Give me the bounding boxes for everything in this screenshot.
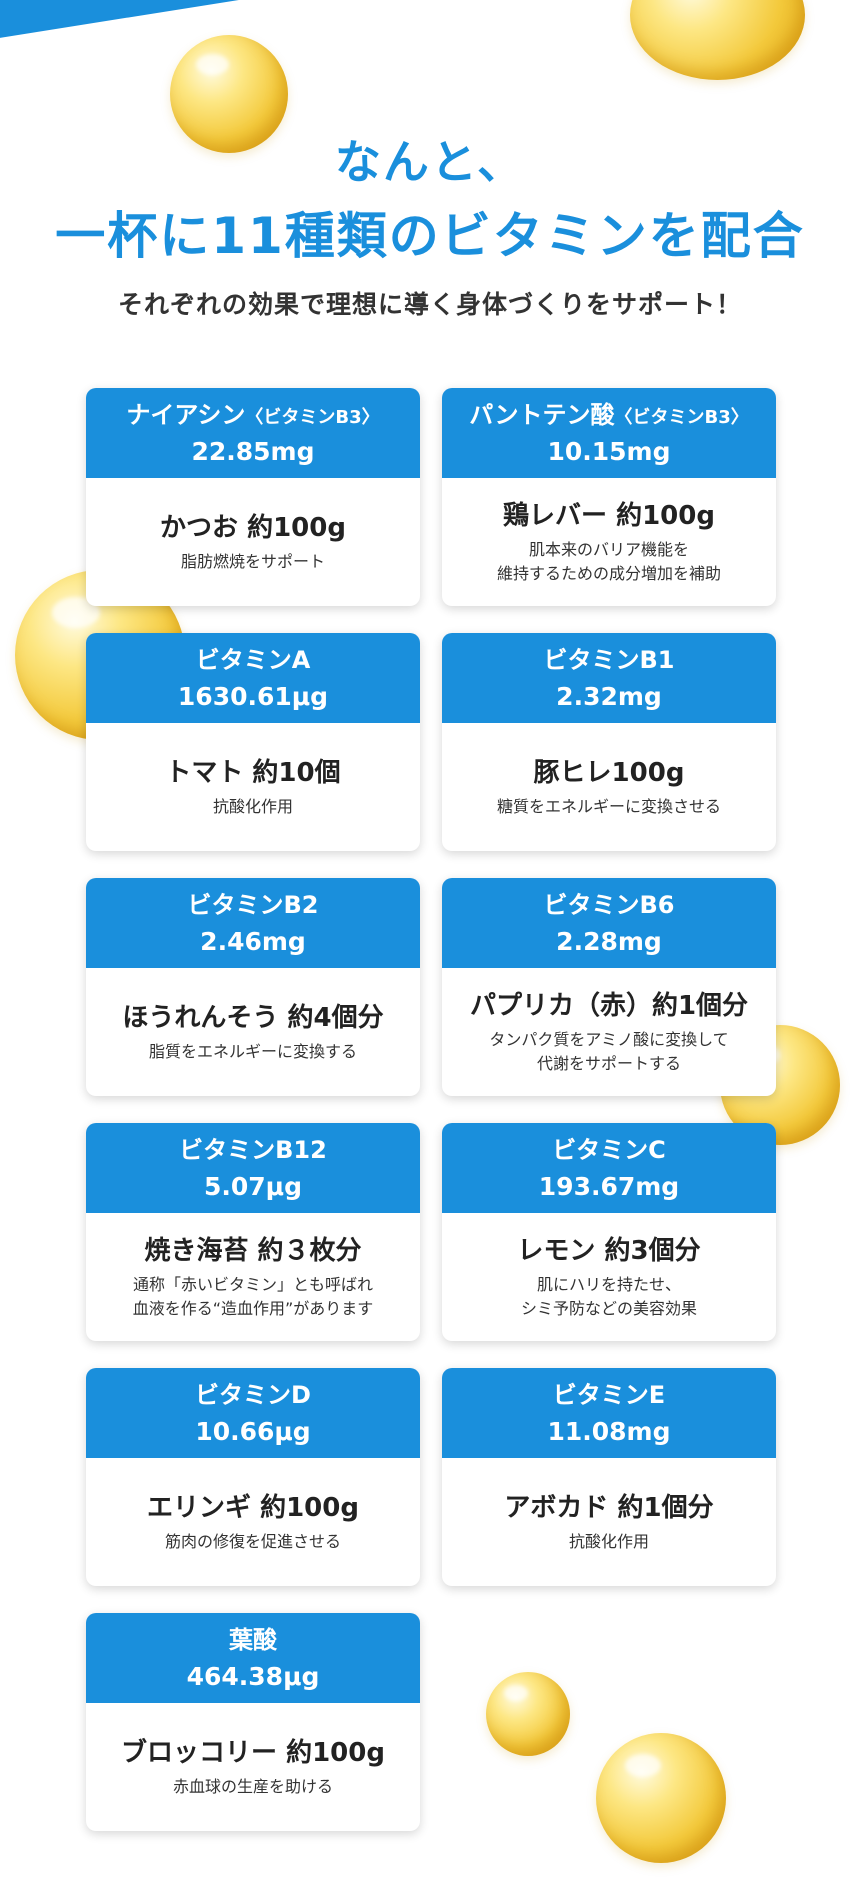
vitamin-name: ビタミンD bbox=[195, 1380, 311, 1409]
vitamin-bubble-decoration bbox=[486, 1672, 570, 1756]
vitamin-effect: 通称「赤いビタミン」とも呼ばれ 血液を作る“造血作用”があります bbox=[132, 1275, 374, 1318]
vitamin-name: ビタミンB1 bbox=[543, 645, 675, 674]
vitamin-effect: 糖質をエネルギーに変換させる bbox=[496, 797, 721, 816]
vitamin-effect: 筋肉の修復を促進させる bbox=[164, 1532, 341, 1551]
vitamin-card-header: ビタミンE 11.08mg bbox=[442, 1368, 776, 1458]
vitamin-card-header: ビタミンB6 2.28mg bbox=[442, 878, 776, 968]
food-equivalent: トマト 約10個 bbox=[165, 758, 341, 788]
vitamin-effect: 肌にハリを持たせ、 シミ予防などの美容効果 bbox=[520, 1275, 697, 1318]
vitamin-card-body: レモン 約3個分肌にハリを持たせ、 シミ予防などの美容効果 bbox=[442, 1213, 776, 1341]
food-equivalent: かつお 約100g bbox=[160, 513, 346, 543]
vitamin-effect: 肌本来のバリア機能を 維持するための成分増加を補助 bbox=[496, 540, 721, 583]
vitamin-amount: 22.85mg bbox=[191, 436, 315, 466]
food-equivalent: 焼き海苔 約３枚分 bbox=[144, 1236, 362, 1266]
food-equivalent: アボカド 約1個分 bbox=[504, 1493, 714, 1523]
vitamin-name-line: ナイアシン〈ビタミンB3〉 bbox=[126, 398, 379, 435]
vitamin-card-header: ビタミンB1 2.32mg bbox=[442, 633, 776, 723]
vitamin-amount: 11.08mg bbox=[547, 1416, 671, 1446]
vitamin-name-line: ビタミンD bbox=[195, 1378, 311, 1415]
vitamin-card-header: 葉酸 464.38μg bbox=[86, 1613, 420, 1703]
vitamin-card: パントテン酸〈ビタミンB3〉 10.15mg 鶏レバー 約100g 肌本来のバリア機能… bbox=[442, 388, 776, 606]
vitamin-bubble-decoration bbox=[596, 1733, 726, 1863]
vitamin-amount: 2.32mg bbox=[556, 681, 662, 711]
vitamin-name-line: ビタミンB12 bbox=[179, 1133, 327, 1170]
vitamin-name: ビタミンB2 bbox=[187, 890, 319, 919]
vitamin-name: ビタミンB12 bbox=[179, 1135, 327, 1164]
food-equivalent: エリンギ 約100g bbox=[147, 1493, 359, 1523]
headline-line-1: なんと、 bbox=[334, 135, 526, 189]
vitamin-effect: 赤血球の生産を助ける bbox=[172, 1777, 333, 1796]
vitamin-card: 葉酸 464.38μg ブロッコリー 約100g 赤血球の生産を助ける bbox=[86, 1613, 420, 1831]
vitamin-card-body: 鶏レバー 約100g 肌本来のバリア機能を 維持するための成分増加を補助 bbox=[442, 478, 776, 606]
vitamin-name: ビタミンE bbox=[552, 1380, 666, 1409]
vitamin-effect: 脂質をエネルギーに変換する bbox=[148, 1042, 357, 1061]
vitamin-effect: タンパク質をアミノ酸に変換して 代謝をサポートする bbox=[489, 1030, 729, 1073]
food-equivalent: ブロッコリー 約100g bbox=[121, 1738, 385, 1768]
vitamin-card: ナイアシン〈ビタミンB3〉 22.85mg かつお 約100g 脂肪燃焼をサポート bbox=[86, 388, 420, 606]
vitamin-name-line: ビタミンE bbox=[553, 1378, 665, 1415]
vitamin-card-body: かつお 約100g 脂肪燃焼をサポート bbox=[86, 478, 420, 606]
vitamin-card-body: 焼き海苔 約３枚分通称「赤いビタミン」とも呼ばれ 血液を作る“造血作用”がありま… bbox=[86, 1213, 420, 1341]
vitamin-name-note: 〈ビタミンB3〉 bbox=[614, 406, 749, 428]
vitamin-card-header: パントテン酸〈ビタミンB3〉 10.15mg bbox=[442, 388, 776, 478]
vitamin-name-line: ビタミンB1 bbox=[544, 643, 675, 680]
vitamin-card: ビタミンB6 2.28mg パプリカ（赤）約1個分タンパク質をアミノ酸に変換して 代… bbox=[442, 878, 776, 1096]
vitamin-name-line: ビタミンC bbox=[552, 1133, 666, 1170]
vitamin-card: ビタミンB12 5.07μg 焼き海苔 約３枚分通称「赤いビタミン」とも呼ばれ 血液… bbox=[86, 1123, 420, 1341]
vitamin-card: ビタミンC 193.67mg レモン 約3個分肌にハリを持たせ、 シミ予防などの美容… bbox=[442, 1123, 776, 1341]
vitamin-name: パントテン酸 bbox=[469, 400, 615, 429]
vitamin-card-header: ビタミンA 1630.61μg bbox=[86, 633, 420, 723]
food-equivalent: パプリカ（赤）約1個分 bbox=[469, 991, 749, 1021]
vitamin-card: ビタミンB1 2.32mg 豚ヒレ100g 糖質をエネルギーに変換させる bbox=[442, 633, 776, 851]
vitamin-card: ビタミンE 11.08mg アボカド 約1個分抗酸化作用 bbox=[442, 1368, 776, 1586]
vitamin-card-body: ブロッコリー 約100g 赤血球の生産を助ける bbox=[86, 1703, 420, 1831]
headline-line-2: 一杯に11種類のビタミンを配合 bbox=[55, 207, 805, 265]
vitamin-card: ビタミンA 1630.61μg トマト 約10個抗酸化作用 bbox=[86, 633, 420, 851]
vitamin-name-note: 〈ビタミンB3〉 bbox=[245, 406, 380, 428]
corner-accent-shape bbox=[0, 0, 319, 40]
vitamin-amount: 1630.61μg bbox=[177, 681, 329, 711]
vitamin-name-line: パントテン酸〈ビタミンB3〉 bbox=[469, 398, 748, 435]
vitamin-card-body: 豚ヒレ100g 糖質をエネルギーに変換させる bbox=[442, 723, 776, 851]
vitamin-card-body: トマト 約10個抗酸化作用 bbox=[86, 723, 420, 851]
vitamin-amount: 10.15mg bbox=[547, 436, 671, 466]
vitamin-amount: 5.07μg bbox=[204, 1171, 302, 1201]
vitamin-card-header: ナイアシン〈ビタミンB3〉 22.85mg bbox=[86, 388, 420, 478]
vitamin-card-header: ビタミンB12 5.07μg bbox=[86, 1123, 420, 1213]
vitamin-bubble-decoration bbox=[630, 0, 805, 80]
vitamin-card-body: ほうれんそう 約4個分脂質をエネルギーに変換する bbox=[86, 968, 420, 1096]
vitamin-card-body: エリンギ 約100g 筋肉の修復を促進させる bbox=[86, 1458, 420, 1586]
food-equivalent: 豚ヒレ100g bbox=[533, 758, 685, 788]
vitamin-amount: 193.67mg bbox=[538, 1171, 680, 1201]
vitamin-name-line: ビタミンB6 bbox=[544, 888, 675, 925]
vitamin-name: ナイアシン bbox=[126, 400, 246, 429]
vitamin-name-line: 葉酸 bbox=[229, 1623, 277, 1660]
vitamin-amount: 10.66μg bbox=[195, 1416, 311, 1446]
vitamin-effect: 脂肪燃焼をサポート bbox=[180, 552, 325, 571]
vitamin-name: ビタミンC bbox=[552, 1135, 666, 1164]
food-equivalent: 鶏レバー 約100g bbox=[503, 501, 715, 531]
subheadline: それぞれの効果で理想に導く身体づくりをサポート！ bbox=[117, 290, 742, 319]
food-equivalent: ほうれんそう 約4個分 bbox=[122, 1003, 384, 1033]
vitamin-card-header: ビタミンB2 2.46mg bbox=[86, 878, 420, 968]
vitamin-card-header: ビタミンC 193.67mg bbox=[442, 1123, 776, 1213]
vitamin-amount: 464.38μg bbox=[186, 1661, 320, 1691]
vitamin-name: ビタミンA bbox=[195, 645, 311, 674]
vitamin-card: ビタミンD 10.66μg エリンギ 約100g 筋肉の修復を促進させる bbox=[86, 1368, 420, 1586]
vitamin-name: ビタミンB6 bbox=[543, 890, 675, 919]
vitamin-name-line: ビタミンA bbox=[196, 643, 311, 680]
vitamin-card-header: ビタミンD 10.66μg bbox=[86, 1368, 420, 1458]
vitamin-name: 葉酸 bbox=[229, 1625, 277, 1654]
vitamin-effect: 抗酸化作用 bbox=[212, 797, 293, 816]
vitamin-card-body: アボカド 約1個分抗酸化作用 bbox=[442, 1458, 776, 1586]
vitamin-card-body: パプリカ（赤）約1個分タンパク質をアミノ酸に変換して 代謝をサポートする bbox=[442, 968, 776, 1096]
vitamin-amount: 2.46mg bbox=[200, 926, 306, 956]
vitamin-amount: 2.28mg bbox=[556, 926, 662, 956]
vitamin-card: ビタミンB2 2.46mg ほうれんそう 約4個分脂質をエネルギーに変換する bbox=[86, 878, 420, 1096]
vitamin-name-line: ビタミンB2 bbox=[188, 888, 319, 925]
vitamin-effect: 抗酸化作用 bbox=[568, 1532, 649, 1551]
food-equivalent: レモン 約3個分 bbox=[517, 1236, 701, 1266]
